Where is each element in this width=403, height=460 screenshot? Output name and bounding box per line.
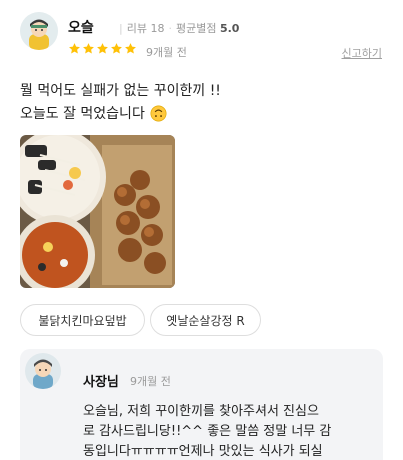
owner-reply: 사장님 9개월 전 오슬님, 저희 꾸이한끼를 찾아주셔서 진심으 로 감사드립… [20, 349, 383, 460]
reply-text-line: 동입니다ㅠㅠㅠㅠ언제나 맛있는 식사가 되실 [83, 444, 323, 459]
review-time: 9개월 전 [146, 46, 187, 59]
review-card: 오슬 | 리뷰 18 · 평균별점 5.0 9개월 전 신고하기 뭘 먹어도 실패가 … [0, 0, 403, 460]
star-icon [125, 43, 136, 54]
star-icon [111, 43, 122, 54]
reviewer-meta: | 리뷰 18 · 평균별점 5.0 [119, 22, 240, 35]
reviewer-name[interactable]: 오슬 [68, 17, 94, 37]
reply-text: 오슬님, 저희 꾸이한끼를 찾아주셔서 진심으 로 감사드립니당!!^^ 좋은 … [83, 402, 379, 460]
avg-rating-value: 5.0 [219, 22, 240, 35]
menu-tag[interactable]: 옛날순살강정 R [150, 304, 261, 336]
owner-name: 사장님 [83, 375, 119, 390]
review-count: 리뷰 18 [126, 22, 165, 35]
upside-down-face-emoji-icon [150, 105, 167, 121]
user-avatar-icon[interactable] [20, 12, 58, 50]
review-photo[interactable] [20, 135, 175, 288]
avg-rating-label: 평균별점 [175, 22, 217, 35]
review-text-line: 뭘 먹어도 실패가 없는 꾸이한끼 !! [20, 83, 221, 99]
star-icon [69, 43, 80, 54]
menu-tag[interactable]: 불닭치킨마요덮밥 [20, 304, 145, 336]
reply-text-line: 로 감사드립니당!!^^ 좋은 말씀 정말 너무 감 [83, 424, 332, 439]
review-text-content: 오늘도 잘 먹었습니다 [20, 106, 145, 122]
report-link[interactable]: 신고하기 [342, 45, 382, 61]
reply-time: 9개월 전 [130, 375, 171, 388]
review-text-line: 오늘도 잘 먹었습니다 [20, 103, 167, 123]
star-icon [97, 43, 108, 54]
star-rating [68, 42, 137, 56]
reply-text-line: 오슬님, 저희 꾸이한끼를 찾아주셔서 진심으 [83, 404, 319, 419]
owner-avatar-icon [25, 353, 61, 389]
star-icon [83, 43, 94, 54]
